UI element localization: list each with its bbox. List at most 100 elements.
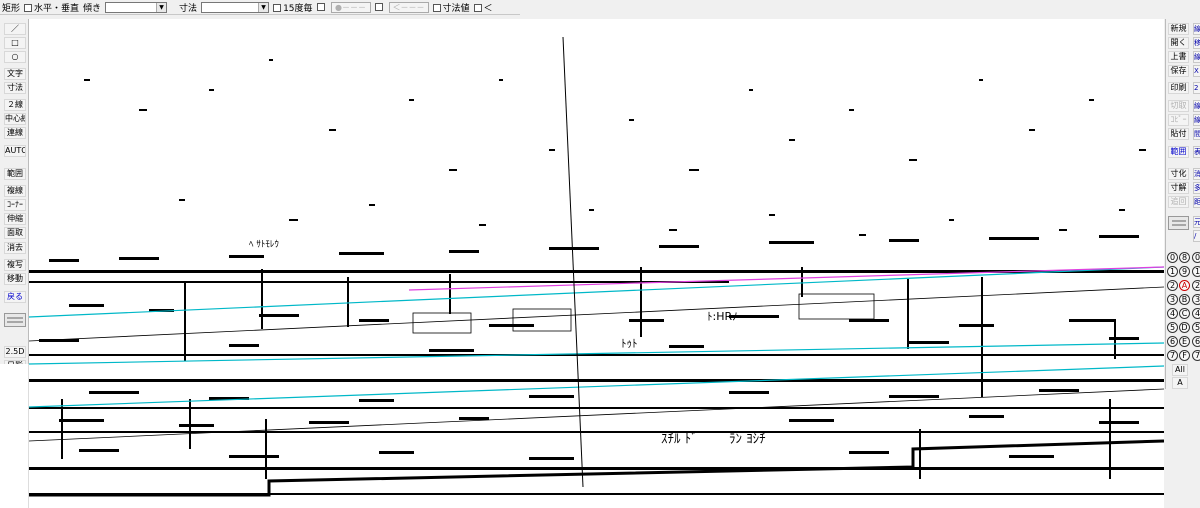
layer-group-button[interactable]: 0	[1167, 252, 1178, 263]
layer-button[interactable]: 3	[1192, 294, 1200, 305]
arrow-button[interactable]: ＜－－－	[388, 1, 429, 13]
layer-group-button[interactable]: 1	[1167, 266, 1178, 277]
dimsolve-button[interactable]: 寸解	[1168, 182, 1189, 194]
return-button[interactable]: 追回	[1168, 196, 1189, 208]
side-tab[interactable]: 2	[1193, 82, 1200, 94]
side-tab[interactable]: 線	[1193, 114, 1200, 126]
tilt-combo[interactable]: ▼	[105, 1, 168, 13]
rect-tool[interactable]: □	[4, 37, 26, 49]
new-button[interactable]: 新規	[1168, 23, 1189, 35]
side-tab[interactable]: 距	[1193, 196, 1200, 208]
copy-tool[interactable]: 複写	[4, 259, 26, 271]
cyan-line	[29, 266, 1164, 318]
chamfer-tool[interactable]: 面取	[4, 227, 26, 239]
paste-button[interactable]: 貼付	[1168, 128, 1189, 140]
layer-all-button[interactable]: All	[1172, 364, 1188, 376]
hv-checkbox[interactable]: 水平・垂直	[24, 1, 79, 14]
line-tool[interactable]: ／	[4, 23, 26, 35]
lt-checkbox[interactable]: ＜	[473, 1, 493, 14]
layer-button[interactable]: 4	[1192, 308, 1200, 319]
dimval-checkbox[interactable]: 寸法値	[432, 1, 470, 14]
layer-button[interactable]: B	[1179, 294, 1190, 305]
layer-button[interactable]: 8	[1179, 252, 1190, 263]
cyan-line	[29, 365, 1164, 408]
save-button[interactable]: 保存	[1168, 65, 1189, 77]
tilt-label: 傾き	[83, 3, 102, 14]
side-tab[interactable]: 線	[1193, 100, 1200, 112]
d25-tool[interactable]: 2.5D	[4, 346, 26, 358]
drawn-rectangle	[512, 308, 572, 332]
angle15-checkbox[interactable]: 15度毎	[273, 1, 313, 14]
layer-button[interactable]: 2	[1192, 280, 1200, 291]
text-tool[interactable]: 文字	[4, 68, 26, 80]
circle-tool[interactable]: ○	[4, 51, 26, 63]
layer-button[interactable]: F	[1179, 350, 1190, 361]
side-tab[interactable]: 間	[1193, 128, 1200, 140]
layer-group-button[interactable]: 7	[1167, 350, 1178, 361]
side-tab[interactable]: 多	[1193, 182, 1200, 194]
cyan-line	[29, 342, 1164, 365]
layer-group-button[interactable]: 6	[1167, 336, 1178, 347]
overwrite-button[interactable]: 上書	[1168, 51, 1189, 63]
top-toolbar: 矩形 水平・垂直 傾き ▼ 寸法 ▼ 15度毎 ●－－－ ＜－－－ 寸法値 ＜	[0, 0, 520, 15]
side-tab[interactable]: 元	[1193, 216, 1200, 228]
side-tab[interactable]: X	[1193, 65, 1200, 77]
move-tool[interactable]: 移動	[4, 273, 26, 285]
layer-button[interactable]: 6	[1192, 336, 1200, 347]
dimize-button[interactable]: 寸化	[1168, 168, 1189, 180]
side-tab[interactable]: 移	[1193, 37, 1200, 49]
point-button[interactable]: ●－－－	[330, 1, 371, 13]
back-button[interactable]: 戻る	[4, 291, 26, 303]
dim-label: 寸法	[179, 3, 198, 14]
layer-button[interactable]: 9	[1179, 266, 1190, 277]
erase-tool[interactable]: 消去	[4, 242, 26, 254]
scan-text: ﾗﾝ ﾖｼﾁ	[729, 432, 766, 447]
side-tab[interactable]: 表	[1193, 146, 1200, 158]
layer-group-button[interactable]: 3	[1167, 294, 1178, 305]
side-tab[interactable]: /	[1193, 230, 1200, 242]
auto-tool[interactable]: AUTO	[4, 145, 26, 157]
dim-combo[interactable]: ▼	[201, 1, 270, 13]
dash-row	[29, 270, 1164, 495]
point-checkbox[interactable]	[316, 3, 325, 11]
stretch-tool[interactable]: 伸縮	[4, 213, 26, 225]
layer-group-button[interactable]: 5	[1167, 322, 1178, 333]
layer-button[interactable]: E	[1179, 336, 1190, 347]
left-blank-strip	[0, 364, 29, 508]
separator-handle[interactable]	[1168, 216, 1189, 230]
double-line-tool[interactable]: ２線	[4, 99, 26, 111]
select-range-button[interactable]: 範囲	[1168, 146, 1189, 158]
layer-group-button[interactable]: 2	[1167, 280, 1178, 291]
left-tool-palette: ／ □ ○ 文字 寸法 ２線 中心線 連線 AUTO 範囲 複線 ｺｰﾅｰ 伸縮…	[0, 19, 29, 372]
scan-text: ﾍ ｻﾄﾓﾚｳ	[249, 239, 279, 250]
right-tool-palette: 新規 開く 上書 保存 印刷 切取 ｺﾋﾟｰ 貼付 範囲 寸化 寸解 追回 線 …	[1165, 19, 1200, 389]
layer-button[interactable]: 5	[1192, 322, 1200, 333]
drawing-canvas[interactable]: ﾄｩﾄ ﾄ:HRﾉ ｽﾁﾙ ﾄﾞ ﾗﾝ ﾖｼﾁ ﾍ ｻﾄﾓﾚｳ	[29, 19, 1164, 508]
chevron-down-icon: ▼	[156, 2, 167, 12]
layer-button[interactable]: 7	[1192, 350, 1200, 361]
range-tool[interactable]: 範囲	[4, 168, 26, 180]
copy-button[interactable]: ｺﾋﾟｰ	[1168, 114, 1189, 126]
side-tab[interactable]: 線	[1193, 51, 1200, 63]
layer-button-active[interactable]: A	[1179, 280, 1190, 291]
layer-button[interactable]: 0	[1192, 252, 1200, 263]
dim-tool[interactable]: 寸法	[4, 82, 26, 94]
layer-button[interactable]: C	[1179, 308, 1190, 319]
multiline-tool[interactable]: 複線	[4, 185, 26, 197]
grip-icon	[1171, 220, 1186, 226]
layer-group-button[interactable]: 4	[1167, 308, 1178, 319]
arrow-checkbox[interactable]	[374, 3, 383, 11]
continuous-line-tool[interactable]: 連線	[4, 127, 26, 139]
print-button[interactable]: 印刷	[1168, 82, 1189, 94]
side-tab[interactable]: 線	[1193, 23, 1200, 35]
side-tab[interactable]: 消	[1193, 168, 1200, 180]
separator-handle[interactable]	[4, 313, 26, 327]
open-button[interactable]: 開く	[1168, 37, 1189, 49]
centerline-tool[interactable]: 中心線	[4, 113, 26, 125]
corner-tool[interactable]: ｺｰﾅｰ	[4, 199, 26, 211]
scanned-drawing: ﾄｩﾄ ﾄ:HRﾉ ｽﾁﾙ ﾄﾞ ﾗﾝ ﾖｼﾁ ﾍ ｻﾄﾓﾚｳ	[29, 36, 1164, 497]
layer-button[interactable]: 1	[1192, 266, 1200, 277]
layer-a-button[interactable]: A	[1172, 377, 1188, 389]
layer-button[interactable]: D	[1179, 322, 1190, 333]
cut-button[interactable]: 切取	[1168, 100, 1189, 112]
